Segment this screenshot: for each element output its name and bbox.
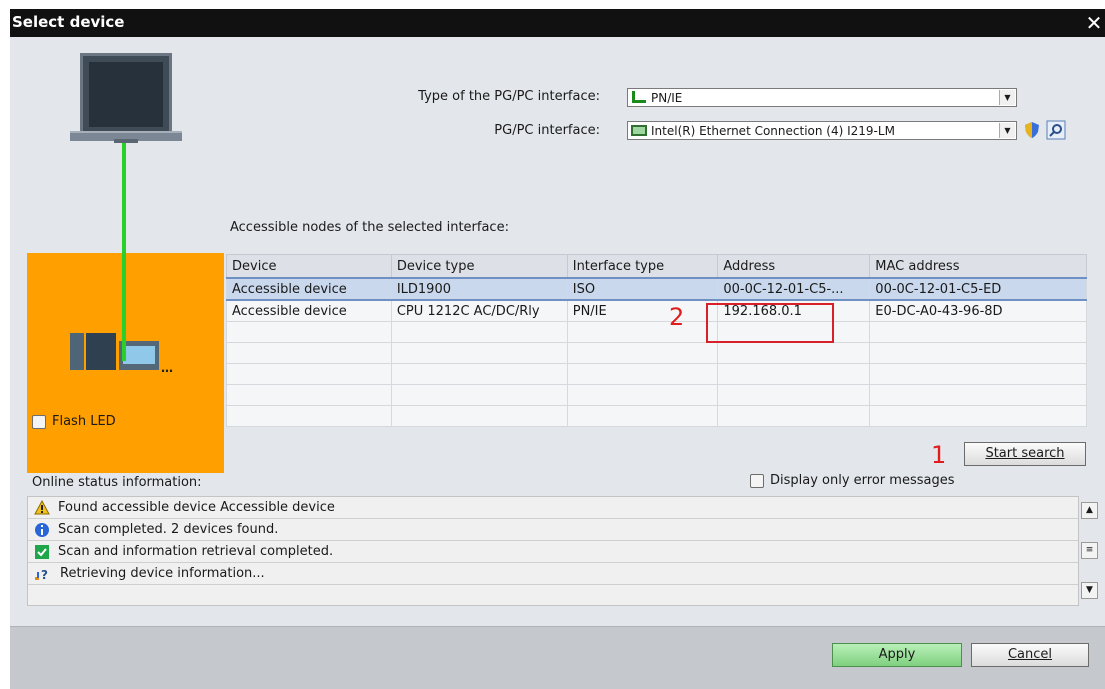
online-status-label: Online status information: bbox=[32, 475, 202, 490]
status-scrollbar[interactable]: ▲ ≡ ▼ bbox=[1081, 496, 1098, 606]
annotation-2: 2 bbox=[669, 303, 685, 331]
pc-stand bbox=[114, 139, 138, 143]
accessible-nodes-table: Device Device type Interface type Addres… bbox=[226, 254, 1087, 427]
cancel-button[interactable]: Cancel bbox=[971, 643, 1089, 667]
cell-device-type: CPU 1212C AC/DC/Rly bbox=[390, 299, 568, 322]
table-header-row: Device Device type Interface type Addres… bbox=[226, 254, 1087, 279]
interface-type-select[interactable]: PN/IE ▼ bbox=[627, 88, 1017, 107]
warning-icon bbox=[34, 500, 50, 515]
chevron-down-icon[interactable]: ▼ bbox=[999, 123, 1015, 138]
plc-cpu-icon bbox=[86, 333, 116, 370]
empty-row bbox=[226, 342, 1087, 364]
chevron-up-icon[interactable]: ▲ bbox=[1081, 502, 1098, 519]
svg-text:?: ? bbox=[41, 568, 48, 582]
column-header-device[interactable]: Device bbox=[226, 254, 392, 279]
pnie-network-icon bbox=[632, 91, 646, 103]
cell-device-type: ILD1900 bbox=[390, 277, 568, 301]
status-text: Scan and information retrieval completed… bbox=[58, 544, 334, 559]
plc-module-icon bbox=[70, 333, 84, 370]
title-bar: Select device ✕ bbox=[10, 9, 1105, 37]
status-text: Retrieving device information... bbox=[60, 566, 265, 581]
flash-led-checkbox[interactable] bbox=[32, 414, 46, 429]
network-question-icon: ? bbox=[35, 568, 48, 582]
column-header-interface-type[interactable]: Interface type bbox=[566, 254, 719, 279]
flash-led-label: Flash LED bbox=[52, 414, 116, 429]
chevron-down-icon[interactable]: ▼ bbox=[999, 90, 1015, 105]
annotation-1: 1 bbox=[931, 441, 947, 469]
display-errors-row[interactable]: Display only error messages bbox=[750, 473, 954, 488]
pc-monitor-icon bbox=[80, 53, 172, 131]
list-item[interactable]: Scan completed. 2 devices found. bbox=[28, 519, 1078, 541]
column-header-mac-address[interactable]: MAC address bbox=[869, 254, 1087, 279]
scroll-thumb[interactable]: ≡ bbox=[1081, 542, 1098, 559]
interface-type-value: PN/IE bbox=[651, 90, 683, 105]
accessible-nodes-caption: Accessible nodes of the selected interfa… bbox=[230, 220, 509, 235]
apply-button[interactable]: Apply bbox=[832, 643, 962, 667]
list-item[interactable]: Found accessible device Accessible devic… bbox=[28, 497, 1078, 519]
list-item[interactable]: ? Retrieving device information... bbox=[28, 563, 1078, 585]
cell-device: Accessible device bbox=[226, 277, 392, 301]
status-text: Scan completed. 2 devices found. bbox=[58, 522, 279, 537]
cell-address: 00-0C-12-01-C5-... bbox=[717, 277, 871, 301]
more-devices-ellipsis: … bbox=[161, 361, 173, 375]
column-header-device-type[interactable]: Device type bbox=[390, 254, 568, 279]
status-list: Found accessible device Accessible devic… bbox=[27, 496, 1079, 606]
check-icon bbox=[35, 544, 49, 559]
cell-device: Accessible device bbox=[226, 299, 392, 322]
empty-row bbox=[226, 384, 1087, 406]
cell-mac-address: 00-0C-12-01-C5-ED bbox=[869, 277, 1087, 301]
status-text: Found accessible device Accessible devic… bbox=[58, 500, 335, 515]
address-highlight-box bbox=[706, 303, 834, 343]
close-icon[interactable]: ✕ bbox=[1083, 11, 1105, 35]
cell-mac-address: E0-DC-A0-43-96-8D bbox=[869, 299, 1087, 322]
display-errors-checkbox[interactable] bbox=[750, 473, 764, 488]
chevron-down-icon[interactable]: ▼ bbox=[1081, 582, 1098, 599]
table-row[interactable]: Accessible device CPU 1212C AC/DC/Rly PN… bbox=[226, 299, 1087, 322]
interface-type-label: Type of the PG/PC interface: bbox=[418, 89, 600, 104]
start-search-label: Start search bbox=[985, 446, 1065, 461]
empty-row bbox=[226, 321, 1087, 343]
empty-row bbox=[226, 405, 1087, 427]
info-icon bbox=[35, 522, 49, 537]
cell-interface-type: ISO bbox=[566, 277, 719, 301]
connection-line bbox=[122, 143, 126, 361]
shield-icon[interactable] bbox=[1023, 121, 1041, 139]
window-title: Select device bbox=[12, 13, 125, 31]
cancel-label: Cancel bbox=[1007, 647, 1053, 662]
pgpc-interface-select[interactable]: Intel(R) Ethernet Connection (4) I219-LM… bbox=[627, 121, 1017, 140]
table-row[interactable]: Accessible device ILD1900 ISO 00-0C-12-0… bbox=[226, 277, 1087, 301]
empty-row bbox=[226, 363, 1087, 385]
select-device-dialog: … Flash LED Type of the PG/PC interface:… bbox=[10, 37, 1105, 689]
cell-interface-type: PN/IE bbox=[566, 299, 719, 322]
pgpc-interface-label: PG/PC interface: bbox=[494, 123, 600, 138]
column-header-address[interactable]: Address bbox=[717, 254, 871, 279]
dialog-footer: Apply Cancel bbox=[10, 626, 1105, 689]
display-errors-label: Display only error messages bbox=[770, 473, 955, 488]
start-search-button[interactable]: Start search bbox=[964, 442, 1086, 466]
pgpc-interface-value: Intel(R) Ethernet Connection (4) I219-LM bbox=[651, 123, 895, 138]
properties-search-icon[interactable] bbox=[1046, 120, 1066, 140]
flash-led-row[interactable]: Flash LED bbox=[32, 414, 116, 429]
list-item[interactable]: Scan and information retrieval completed… bbox=[28, 541, 1078, 563]
network-card-icon bbox=[631, 125, 647, 136]
